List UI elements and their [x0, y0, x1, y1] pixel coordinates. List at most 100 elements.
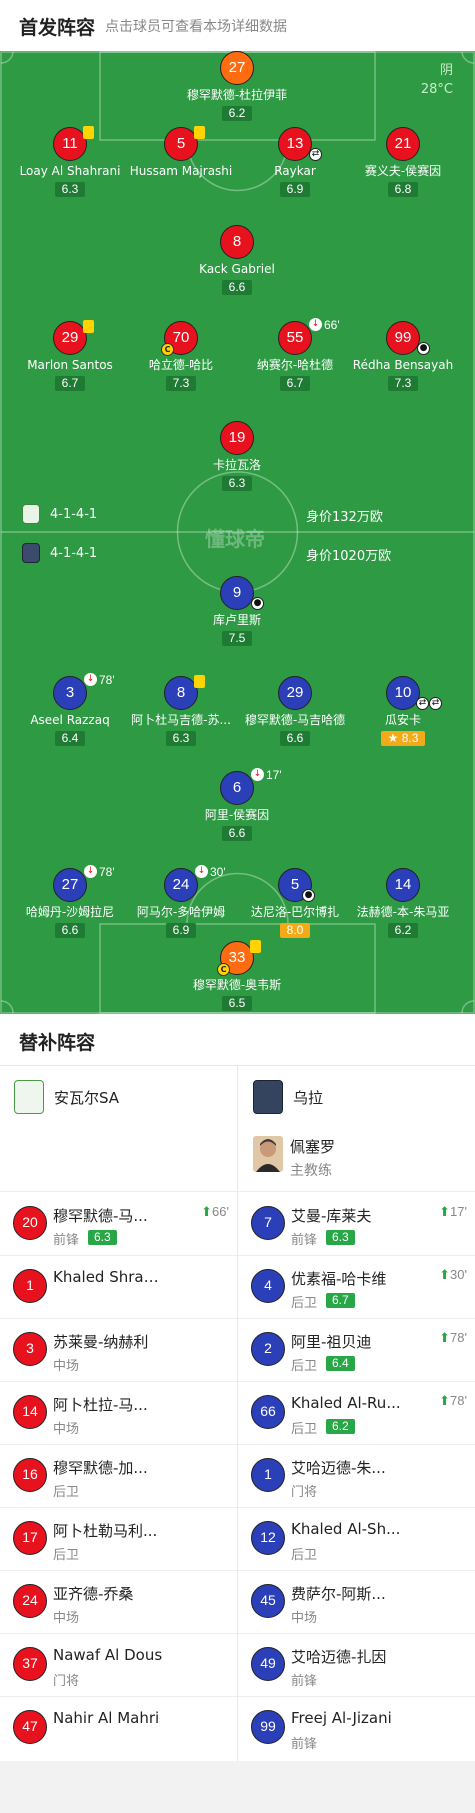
player-away-def-3[interactable]: 5 ● 达尼洛-巴尔博扎 8.0	[235, 868, 355, 938]
player-rating: 6.7	[54, 376, 86, 391]
player-number: 6	[220, 771, 254, 805]
lineup-subtitle: 点击球员可查看本场详细数据	[105, 19, 287, 35]
away-team-logo-icon	[253, 1080, 283, 1114]
player-away-gk[interactable]: 33 C 穆罕默德-奥韦斯 6.5	[177, 940, 297, 1011]
sub-player-row[interactable]: 47 Nahir Al Mahri	[0, 1696, 237, 1759]
player-away-mid-2[interactable]: 8 阿卜杜马吉德-苏... 6.3	[121, 675, 241, 746]
sub-player-row[interactable]: 3 苏莱曼-纳赫利 中场	[0, 1318, 237, 1381]
sub-in-minute-value: 78'	[450, 1393, 467, 1408]
player-away-fw[interactable]: 9 ● 库卢里斯 7.5	[177, 576, 297, 646]
player-home-mid-4[interactable]: 99 ● Rédha Bensayah 7.3	[343, 321, 463, 391]
player-away-def-1[interactable]: 27 ↓ 78' 哈姆丹-沙姆拉尼 6.6	[10, 865, 130, 938]
coach-avatar	[253, 1136, 283, 1172]
captain-icon: C	[217, 963, 230, 976]
coach-name: 佩塞罗	[290, 1138, 336, 1156]
player-away-mid-3[interactable]: 29 穆罕默德-马吉哈德 6.6	[235, 676, 355, 746]
player-rating: 6.8	[387, 182, 419, 197]
goal-ball-icon: ●	[251, 597, 264, 610]
player-number: 29	[53, 321, 87, 355]
player-home-mid-2[interactable]: 70 C 哈立德-哈比 7.3	[121, 321, 241, 391]
sub-player-name: 费萨尔-阿斯...	[291, 1585, 386, 1603]
away-team-value: 身价1020万欧	[306, 549, 392, 564]
sub-player-position: 前锋	[291, 1674, 318, 1689]
sub-player-row[interactable]: 12 Khaled Al-Sh... 后卫	[238, 1507, 475, 1570]
sub-player-row[interactable]: 1 艾哈迈德-朱... 门将	[238, 1444, 475, 1507]
player-away-mid-4[interactable]: 10 ⇄ ⇄ 瓜安卡 ★ 8.3	[343, 676, 463, 746]
player-name: Rédha Bensayah	[352, 358, 454, 372]
player-home-mid-1[interactable]: 29 Marlon Santos 6.7	[10, 320, 130, 391]
away-team-header[interactable]: 乌拉	[253, 1080, 323, 1114]
player-away-mid-1[interactable]: 3 ↓ 78' Aseel Razzaq 6.4	[10, 673, 130, 746]
sub-player-row[interactable]: 4 优素福-哈卡维 后卫 6.7 ⬆30'	[238, 1255, 475, 1318]
sub-minute: 78'	[99, 865, 115, 879]
sub-player-row[interactable]: 20 穆罕默德-马... 前锋 6.3 ⬆66'	[0, 1192, 237, 1255]
sub-player-row[interactable]: 1 Khaled Shrahili	[0, 1255, 237, 1318]
sub-in-minute-value: 66'	[212, 1204, 229, 1219]
yellow-card-icon	[194, 675, 205, 688]
player-rating: 6.3	[54, 182, 86, 197]
sub-player-row[interactable]: 7 艾曼-库莱夫 前锋 6.3 ⬆17'	[238, 1192, 475, 1255]
sub-in-minute: ⬆66'	[201, 1204, 229, 1220]
player-home-def-1[interactable]: 11 Loay Al Shahrani 6.3	[10, 126, 130, 197]
player-name: Marlon Santos	[27, 358, 113, 372]
player-home-mid-3[interactable]: 55 ↓ 66' 纳赛尔-哈杜德 6.7	[235, 318, 355, 391]
weather-info: 阴 28°C	[421, 61, 453, 99]
player-away-def-2[interactable]: 24 ↓ 30' 阿马尔-多哈伊姆 6.9	[121, 865, 241, 938]
sub-player-position: 后卫	[291, 1548, 318, 1563]
player-rating: 6.9	[279, 182, 311, 197]
sub-player-row[interactable]: 66 Khaled Al-Ru... 后卫 6.2 ⬆78'	[238, 1381, 475, 1444]
player-away-dm[interactable]: 6 ↓ 17' 阿里-侯赛因 6.6	[177, 768, 297, 841]
player-name: 阿卜杜马吉德-苏...	[131, 713, 231, 727]
player-home-def-4[interactable]: 21 赛义夫-侯赛因 6.8	[343, 127, 463, 197]
player-away-def-4[interactable]: 14 法赫德-本-朱马亚 6.2	[343, 868, 463, 938]
sub-out-icon: ↓	[84, 673, 97, 686]
player-name: Raykar	[274, 164, 316, 178]
sub-player-row[interactable]: 14 阿卜杜拉-马... 中场	[0, 1381, 237, 1444]
home-team-logo-icon	[22, 504, 40, 524]
player-number: 8	[220, 225, 254, 259]
player-number: 5	[164, 127, 198, 161]
sub-player-row[interactable]: 2 阿里-祖贝迪 后卫 6.4 ⬆78'	[238, 1318, 475, 1381]
player-home-fw[interactable]: 19 卡拉瓦洛 6.3	[177, 421, 297, 491]
sub-player-number: 37	[13, 1647, 47, 1681]
watermark-logo: 懂球帝	[205, 527, 265, 551]
player-name: 库卢里斯	[212, 613, 261, 627]
sub-player-number: 14	[13, 1395, 47, 1429]
away-team-logo-icon	[22, 543, 40, 563]
player-home-gk[interactable]: 27 穆罕默德-杜拉伊菲 6.2	[177, 51, 297, 121]
player-home-def-3[interactable]: 13 ⇄ Raykar 6.9	[235, 127, 355, 197]
sub-player-row[interactable]: 17 阿卜杜勒马利... 后卫	[0, 1507, 237, 1570]
sub-minute: 78'	[99, 673, 115, 687]
sub-player-position: 门将	[291, 1485, 318, 1500]
player-home-dm[interactable]: 8 Kack Gabriel 6.6	[177, 225, 297, 295]
substitution-icon: ⇄	[416, 697, 429, 710]
home-team-header[interactable]: 安瓦尔SA	[14, 1080, 119, 1114]
sub-player-rating: 6.4	[326, 1356, 355, 1371]
sub-player-name: 阿卜杜勒马利...	[53, 1522, 158, 1540]
player-number: 29	[278, 676, 312, 710]
sub-player-name: 艾曼-库莱夫	[291, 1207, 372, 1225]
sub-player-name: Khaled Al-Ru...	[291, 1394, 401, 1412]
goal-ball-icon: ●	[302, 889, 315, 902]
player-number: 55	[278, 321, 312, 355]
sub-player-row[interactable]: 37 Nawaf Al Dous 门将	[0, 1633, 237, 1696]
player-name: 瓜安卡	[384, 713, 421, 727]
substitution-icon: ⇄	[429, 697, 442, 710]
sub-player-row[interactable]: 24 亚齐德-乔桑 中场	[0, 1570, 237, 1633]
sub-player-number: 7	[251, 1206, 285, 1240]
goal-ball-icon: ●	[417, 342, 430, 355]
sub-player-position: 后卫	[53, 1548, 80, 1563]
sub-player-row[interactable]: 49 艾哈迈德-扎因 前锋	[238, 1633, 475, 1696]
sub-player-row[interactable]: 99 Freej Al-Jizani 前锋	[238, 1696, 475, 1759]
lineup-title: 首发阵容	[19, 17, 96, 39]
player-home-def-2[interactable]: 5 Hussam Majrashi	[121, 126, 241, 178]
sub-in-minute-value: 30'	[450, 1267, 467, 1282]
star-icon: ★	[387, 731, 399, 745]
player-name: Aseel Razzaq	[30, 713, 110, 727]
sub-player-name: Nawaf Al Dous	[53, 1646, 163, 1664]
sub-in-minute-value: 78'	[450, 1330, 467, 1345]
sub-player-row[interactable]: 16 穆罕默德-加... 后卫	[0, 1444, 237, 1507]
sub-out-icon: ↓	[84, 865, 97, 878]
sub-player-row[interactable]: 45 费萨尔-阿斯... 中场	[238, 1570, 475, 1633]
sub-player-name: Freej Al-Jizani	[291, 1709, 392, 1727]
